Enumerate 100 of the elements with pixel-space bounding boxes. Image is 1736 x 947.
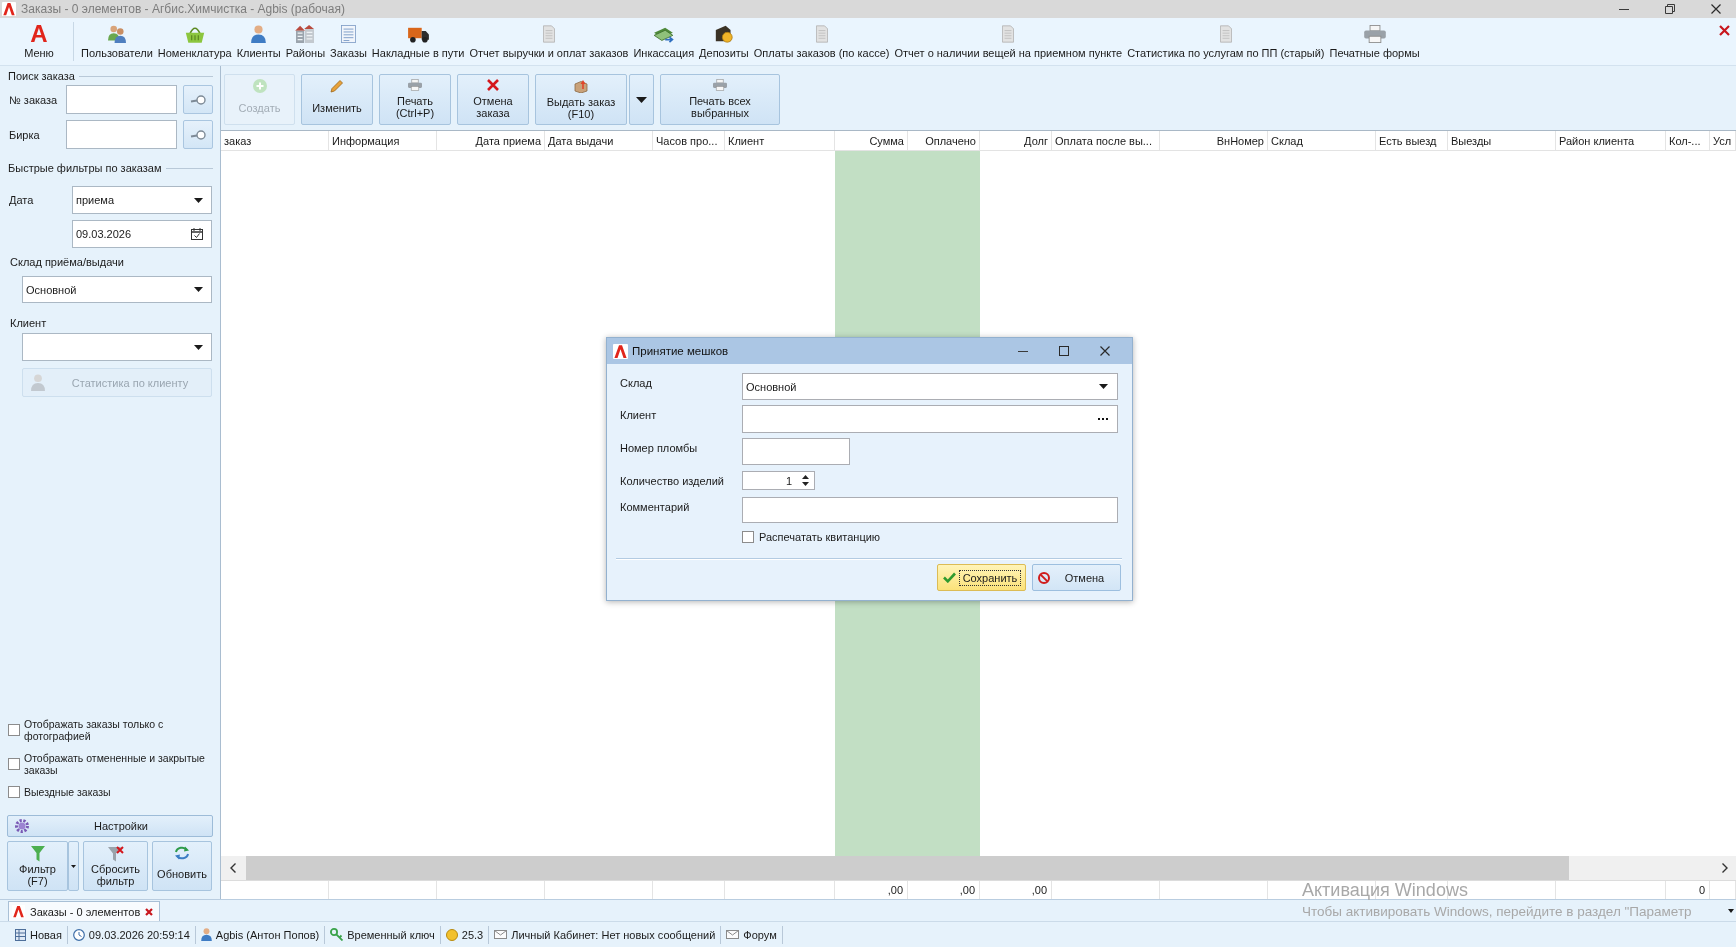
- checkbox[interactable]: [8, 786, 20, 798]
- status-text: 09.03.2026 20:59:14: [88, 928, 190, 941]
- ribbon-button[interactable]: Районы: [283, 18, 328, 65]
- checkbox-label[interactable]: Отображать заказы только с фотографией: [24, 718, 213, 742]
- column-header[interactable]: Склад: [1268, 131, 1376, 150]
- column-header[interactable]: Дата выдачи: [545, 131, 653, 150]
- checkbox-label[interactable]: Отображать отмененные и закрытые заказы: [24, 752, 213, 776]
- column-header[interactable]: Клиент: [725, 131, 835, 150]
- gear-icon: [14, 818, 30, 834]
- person-icon: [31, 374, 45, 391]
- ribbon-button[interactable]: Оплаты заказов (по кассе): [751, 18, 892, 65]
- caret-icon[interactable]: [194, 287, 203, 292]
- buildings-icon: [295, 25, 316, 43]
- close-icon[interactable]: [1711, 4, 1721, 14]
- ribbon-button[interactable]: Статистика по услугам по ПП (старый): [1125, 18, 1327, 65]
- split-arrow-button[interactable]: [629, 74, 654, 125]
- field-label: Бирка: [9, 128, 40, 141]
- column-header[interactable]: Есть выезд: [1376, 131, 1448, 150]
- caret-icon[interactable]: [1099, 384, 1108, 389]
- menu-button[interactable]: A Меню: [6, 18, 72, 65]
- status-text: Временный ключ: [347, 928, 435, 941]
- maximize-icon[interactable]: [1059, 346, 1069, 356]
- envelope-icon: [726, 930, 740, 939]
- toolbar-button[interactable]: Изменить: [301, 74, 373, 125]
- ribbon-button[interactable]: Отчет о наличии вещей на приемном пункте: [892, 18, 1125, 65]
- checkbox[interactable]: [8, 758, 20, 770]
- person-icon: [251, 25, 267, 43]
- toolbar-button[interactable]: Печать всех выбранных: [660, 74, 780, 125]
- column-header[interactable]: ВнНомер: [1160, 131, 1268, 150]
- toolbar-button[interactable]: Печать (Ctrl+P): [379, 74, 451, 125]
- key-icon: [330, 928, 344, 941]
- minimize-icon[interactable]: [1619, 8, 1629, 10]
- column-header[interactable]: Оплата после вы...: [1052, 131, 1160, 150]
- column-header[interactable]: Часов про...: [653, 131, 725, 150]
- group-title: Быстрые фильтры по заказам: [8, 162, 162, 174]
- minimize-icon[interactable]: [1018, 350, 1028, 352]
- dropdown[interactable]: Основной: [22, 276, 212, 303]
- column-header[interactable]: Информация: [329, 131, 437, 150]
- column-header[interactable]: Долг: [980, 131, 1052, 150]
- column-header[interactable]: Район клиента: [1556, 131, 1666, 150]
- column-header[interactable]: Оплачено: [908, 131, 980, 150]
- close-icon[interactable]: [145, 907, 154, 916]
- checkbox[interactable]: [8, 724, 20, 736]
- input-field[interactable]: [66, 85, 177, 114]
- close-icon[interactable]: [1100, 346, 1110, 356]
- toolbar-button[interactable]: Выдать заказ (F10): [535, 74, 627, 125]
- dropdown[interactable]: Основной: [742, 373, 1118, 400]
- watermark-title: Активация Windows: [1302, 880, 1468, 901]
- dropdown[interactable]: приема: [72, 186, 212, 214]
- save-button[interactable]: Сохранить: [937, 564, 1026, 591]
- checkbox-label[interactable]: Выездные заказы: [24, 786, 111, 798]
- input-field[interactable]: [66, 120, 177, 149]
- caret-icon[interactable]: [194, 197, 203, 203]
- calendar-icon[interactable]: [191, 228, 203, 240]
- column-header[interactable]: Сумма: [835, 131, 908, 150]
- spin-arrows-icon[interactable]: [802, 475, 809, 486]
- total-cell: ,00: [908, 881, 980, 899]
- printer-icon: [408, 79, 422, 91]
- caret-icon[interactable]: [71, 864, 76, 868]
- ribbon-button[interactable]: Пользователи: [79, 18, 155, 65]
- cancel-button[interactable]: Отмена: [1032, 564, 1121, 591]
- ribbon-button[interactable]: Номенклатура: [155, 18, 234, 65]
- column-header[interactable]: Выезды: [1448, 131, 1556, 150]
- search-button[interactable]: [183, 120, 213, 149]
- input-field[interactable]: [742, 438, 850, 465]
- field-label: Дата: [9, 194, 34, 206]
- chevron-right-icon[interactable]: [1721, 863, 1728, 873]
- lookup-field[interactable]: [742, 405, 1118, 433]
- caret-icon[interactable]: [194, 344, 203, 350]
- input-field[interactable]: [742, 497, 1118, 523]
- ribbon-button[interactable]: Клиенты: [234, 18, 283, 65]
- chevron-left-icon[interactable]: [229, 863, 236, 873]
- checkbox-label[interactable]: Распечатать квитанцию: [759, 531, 881, 543]
- caret-icon[interactable]: [1728, 908, 1734, 913]
- filter-panel-button[interactable]: Обновить: [152, 841, 212, 891]
- ribbon-button[interactable]: Депозиты: [697, 18, 751, 65]
- settings-button[interactable]: Настройки: [7, 815, 213, 837]
- search-button[interactable]: [183, 85, 213, 114]
- filter-panel-button[interactable]: Сбросить фильтр: [83, 841, 148, 891]
- caret-icon[interactable]: [636, 96, 647, 103]
- column-header[interactable]: заказ: [221, 131, 329, 150]
- ribbon-button[interactable]: Печатные формы: [1327, 18, 1422, 65]
- number-field[interactable]: 1: [742, 471, 815, 490]
- restore-icon[interactable]: [1665, 4, 1675, 14]
- date-field[interactable]: 09.03.2026: [72, 220, 212, 248]
- ribbon-button[interactable]: Инкассация: [631, 18, 697, 65]
- ribbon-button[interactable]: Отчет выручки и оплат заказов: [467, 18, 631, 65]
- ribbon-button[interactable]: Накладные в пути: [369, 18, 467, 65]
- ribbon-button[interactable]: Заказы: [328, 18, 369, 65]
- column-header[interactable]: Усл: [1710, 131, 1736, 150]
- checkbox[interactable]: [742, 531, 754, 543]
- column-header[interactable]: Кол-...: [1666, 131, 1710, 150]
- banknotes-icon: [653, 26, 675, 43]
- filter-panel-button[interactable]: Фильтр (F7): [7, 841, 68, 891]
- close-icon[interactable]: [1719, 25, 1730, 36]
- tab[interactable]: Заказы - 0 элементов: [8, 901, 161, 921]
- toolbar-button[interactable]: Отмена заказа: [457, 74, 529, 125]
- document-icon: [340, 25, 356, 43]
- field-label: Клиент: [9, 317, 47, 329]
- column-header[interactable]: Дата приема: [437, 131, 545, 150]
